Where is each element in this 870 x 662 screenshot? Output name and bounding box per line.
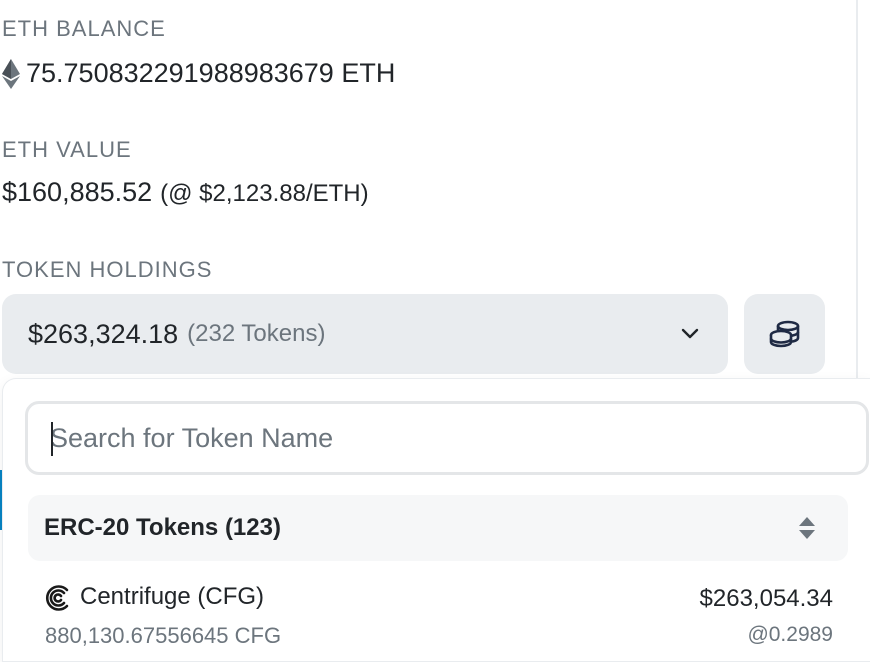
- eth-value-label: ETH VALUE: [2, 137, 132, 162]
- eth-balance-label: ETH BALANCE: [2, 16, 166, 41]
- token-holdings-total: $263,324.18: [28, 318, 179, 349]
- token-rate: @0.2989: [747, 623, 833, 646]
- sort-icon[interactable]: [796, 514, 818, 542]
- token-search-box: [25, 401, 869, 475]
- token-search-input[interactable]: [50, 414, 830, 462]
- token-holdings-count: (232 Tokens): [187, 320, 326, 347]
- token-holdings-view-button[interactable]: [744, 294, 825, 374]
- centrifuge-icon: [45, 585, 69, 611]
- panel-divider: [856, 0, 858, 380]
- ethereum-icon: [2, 58, 20, 89]
- token-dropdown-panel: ERC-20 Tokens (123) Centrifuge (CFG) 880…: [2, 378, 870, 662]
- chevron-down-icon: [681, 328, 699, 339]
- eth-price: (@ $2,123.88/ETH): [160, 180, 369, 207]
- erc20-group-header[interactable]: ERC-20 Tokens (123): [28, 495, 848, 561]
- token-amount: 880,130.67556645 CFG: [45, 623, 282, 648]
- token-name: Centrifuge (CFG): [80, 583, 265, 610]
- token-list-item[interactable]: Centrifuge (CFG) 880,130.67556645 CFG $2…: [43, 579, 833, 659]
- token-holdings-label: TOKEN HOLDINGS: [2, 257, 213, 282]
- token-holdings-dropdown[interactable]: $263,324.18 (232 Tokens): [2, 294, 728, 374]
- erc20-group-label: ERC-20 Tokens (123): [44, 514, 281, 541]
- text-caret: [51, 422, 53, 456]
- eth-balance-row: 75.750832291988983679 ETH: [2, 58, 395, 89]
- eth-value-row: $160,885.52 (@ $2,123.88/ETH): [2, 177, 369, 208]
- coins-icon: [769, 320, 799, 348]
- token-overview-page: ETH BALANCE 75.750832291988983679 ETH ET…: [0, 0, 870, 662]
- eth-balance-value: 75.750832291988983679 ETH: [26, 58, 396, 88]
- eth-value-usd: $160,885.52: [2, 177, 153, 207]
- token-value: $263,054.34: [699, 585, 833, 612]
